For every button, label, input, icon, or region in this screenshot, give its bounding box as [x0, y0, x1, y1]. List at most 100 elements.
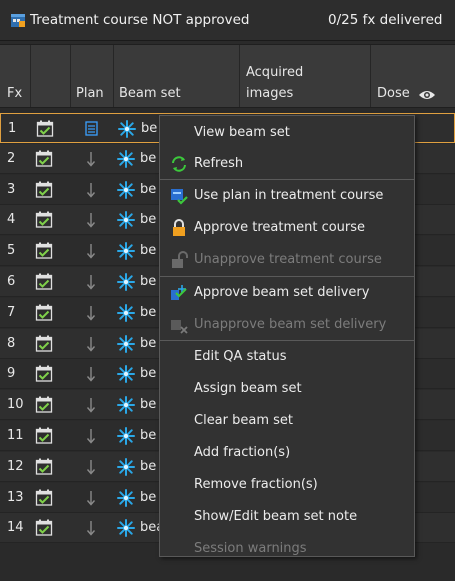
beam-set-name: be — [140, 458, 157, 474]
menu-item-label: Approve treatment course — [194, 220, 366, 235]
down-arrow-icon — [86, 244, 96, 259]
beam-set-icon — [117, 303, 135, 322]
approve-delivery-icon — [171, 285, 187, 300]
table-header: Fx Plan Beam set Acquired images Dose — [0, 44, 455, 108]
menu-item-remove-fraction-s[interactable]: Remove fraction(s) — [160, 469, 414, 501]
menu-item-use-plan-in-treatment-course[interactable]: Use plan in treatment course — [160, 180, 414, 212]
fraction-number: 6 — [7, 274, 16, 289]
down-arrow-icon — [86, 459, 96, 475]
column-acquired-images[interactable]: Acquired images — [240, 45, 371, 107]
beam-set-name: be — [140, 274, 157, 289]
menu-item-label: Add fraction(s) — [194, 445, 291, 460]
fraction-number: 11 — [7, 428, 24, 443]
beam-set-name: be — [140, 243, 157, 259]
down-arrow-icon — [86, 490, 96, 506]
fraction-number: 10 — [7, 397, 24, 413]
down-arrow-icon — [86, 367, 96, 382]
beam-set-name: be — [140, 489, 157, 505]
title-bar: Treatment course NOT approved 0/25 fx de… — [0, 0, 455, 41]
down-arrow-icon — [86, 275, 96, 290]
calendar-check-icon — [35, 242, 53, 259]
treatment-status-text: Treatment course NOT approved — [30, 12, 250, 28]
menu-item-label: Clear beam set — [194, 413, 294, 428]
down-arrow-icon — [86, 336, 96, 352]
calendar-check-icon — [35, 396, 53, 413]
fraction-number: 1 — [8, 121, 17, 136]
column-dose-label: Dose — [377, 86, 410, 101]
fraction-number: 4 — [7, 212, 16, 228]
fraction-number: 12 — [7, 458, 24, 474]
fraction-number: 9 — [7, 366, 16, 382]
beam-set-icon — [117, 396, 135, 415]
beam-set-icon — [117, 488, 135, 507]
calendar-check-icon — [35, 365, 53, 383]
menu-item-add-fraction-s[interactable]: Add fraction(s) — [160, 437, 414, 469]
beam-set-icon — [117, 365, 135, 384]
column-approval[interactable] — [31, 45, 71, 107]
calendar-check-icon — [36, 120, 54, 137]
beam-set-icon — [117, 180, 135, 199]
menu-item-label: View beam set — [194, 125, 290, 140]
column-plan-label: Plan — [76, 86, 104, 101]
column-plan[interactable]: Plan — [71, 45, 114, 107]
beam-set-icon — [117, 242, 135, 261]
down-arrow-icon — [86, 429, 96, 444]
menu-item-unapprove-treatment-course[interactable]: Unapprove treatment course — [160, 244, 414, 276]
treatment-course-icon — [11, 14, 25, 27]
menu-item-clear-beam-set[interactable]: Clear beam set — [160, 405, 414, 437]
down-arrow-icon — [86, 521, 96, 536]
beam-set-name: be — [140, 212, 157, 228]
menu-item-edit-qa-status[interactable]: Edit QA status — [160, 341, 414, 373]
column-acquired-label-2: images — [246, 86, 294, 101]
beam-set-icon — [118, 120, 136, 138]
menu-item-label: Edit QA status — [194, 349, 287, 364]
fraction-number: 8 — [7, 335, 16, 351]
column-dose[interactable]: Dose — [371, 45, 455, 107]
column-fx[interactable]: Fx — [0, 45, 31, 107]
fraction-number: 13 — [7, 489, 24, 505]
column-fx-label: Fx — [7, 86, 23, 101]
menu-item-label: Unapprove beam set delivery — [194, 317, 387, 332]
menu-item-show-edit-beam-set-note[interactable]: Show/Edit beam set note — [160, 501, 414, 533]
down-arrow-icon — [86, 151, 96, 167]
beam-set-icon — [117, 427, 135, 445]
menu-item-view-beam-set[interactable]: View beam set — [160, 117, 414, 149]
menu-item-approve-treatment-course[interactable]: Approve treatment course — [160, 212, 414, 244]
column-beam-set[interactable]: Beam set — [114, 45, 240, 107]
menu-item-session-warnings[interactable]: Session warnings — [160, 533, 414, 565]
menu-item-approve-beam-set-delivery[interactable]: Approve beam set delivery — [160, 277, 414, 309]
menu-item-label: Remove fraction(s) — [194, 477, 318, 492]
beam-set-icon — [117, 211, 135, 230]
calendar-check-icon — [35, 273, 53, 290]
menu-item-label: Approve beam set delivery — [194, 285, 370, 300]
beam-set-icon — [117, 519, 135, 538]
refresh-icon — [172, 156, 186, 172]
fraction-number: 7 — [7, 304, 16, 320]
down-arrow-icon — [86, 398, 96, 413]
unapprove-delivery-icon — [171, 320, 188, 334]
beam-set-name: be — [140, 428, 157, 443]
plan-document-icon — [85, 121, 98, 136]
beam-set-name: be — [140, 304, 157, 320]
beam-set-icon — [117, 334, 135, 353]
context-menu: View beam set Refresh Use plan in treatmen… — [159, 115, 415, 557]
calendar-check-icon — [35, 181, 53, 198]
calendar-check-icon — [35, 211, 53, 229]
menu-item-assign-beam-set[interactable]: Assign beam set — [160, 373, 414, 405]
down-arrow-icon — [86, 305, 96, 321]
beam-set-name: be — [140, 397, 157, 413]
use-plan-icon — [171, 189, 188, 205]
beam-set-name: be — [140, 335, 157, 351]
menu-item-label: Unapprove treatment course — [194, 252, 382, 267]
calendar-check-icon — [35, 150, 53, 167]
menu-item-label: Refresh — [194, 156, 244, 171]
menu-item-refresh[interactable]: Refresh — [160, 148, 414, 180]
calendar-check-icon — [35, 304, 53, 321]
lock-icon — [173, 219, 185, 236]
eye-icon[interactable] — [418, 89, 436, 101]
down-arrow-icon — [86, 213, 96, 228]
beam-set-name: be — [140, 150, 157, 166]
menu-item-unapprove-beam-set-delivery[interactable]: Unapprove beam set delivery — [160, 309, 414, 341]
fractions-delivered-text: 0/25 fx delivered — [328, 12, 443, 28]
fraction-number: 14 — [7, 520, 24, 536]
